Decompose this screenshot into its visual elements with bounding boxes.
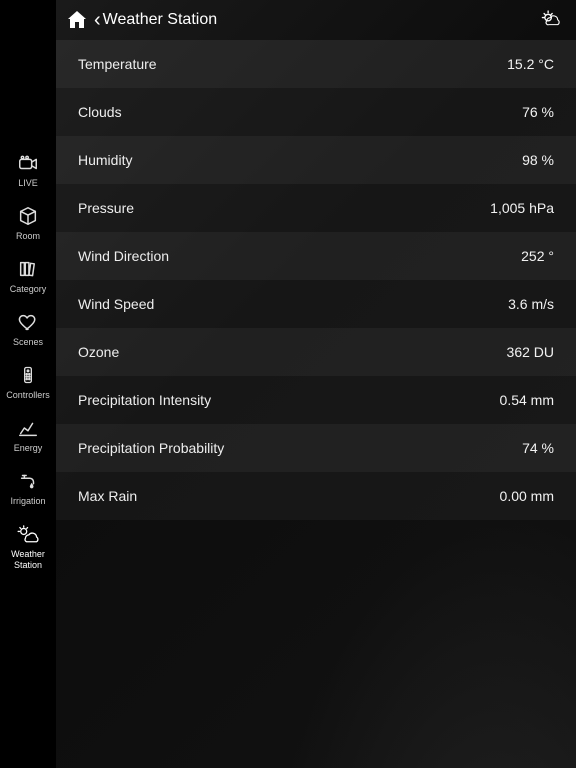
reading-value: 1,005 hPa [490, 200, 554, 216]
sidebar-item-label: Irrigation [10, 496, 45, 507]
box-icon [15, 203, 41, 229]
home-button[interactable] [62, 5, 92, 35]
reading-row[interactable]: Ozone 362 DU [56, 328, 576, 376]
reading-row[interactable]: Wind Speed 3.6 m/s [56, 280, 576, 328]
reading-label: Precipitation Probability [78, 440, 224, 456]
reading-label: Max Rain [78, 488, 137, 504]
remote-icon [15, 362, 41, 388]
back-chevron-icon[interactable]: ‹ [94, 9, 101, 32]
reading-value: 252 ° [521, 248, 554, 264]
faucet-icon [15, 468, 41, 494]
reading-value: 15.2 °C [507, 56, 554, 72]
reading-label: Ozone [78, 344, 119, 360]
reading-value: 0.54 mm [500, 392, 554, 408]
chart-icon [15, 415, 41, 441]
reading-label: Temperature [78, 56, 157, 72]
reading-label: Humidity [78, 152, 132, 168]
sidebar-item-energy[interactable]: Energy [0, 415, 56, 454]
sidebar-item-label: Room [16, 231, 40, 242]
reading-label: Clouds [78, 104, 122, 120]
reading-row[interactable]: Precipitation Probability 74 % [56, 424, 576, 472]
reading-label: Pressure [78, 200, 134, 216]
sidebar-item-room[interactable]: Room [0, 203, 56, 242]
sidebar-item-label: Category [10, 284, 47, 295]
reading-row[interactable]: Max Rain 0.00 mm [56, 472, 576, 520]
books-icon [15, 256, 41, 282]
sidebar-item-controllers[interactable]: Controllers [0, 362, 56, 401]
sidebar-item-label: Energy [14, 443, 43, 454]
reading-value: 3.6 m/s [508, 296, 554, 312]
weather-icon [15, 521, 41, 547]
reading-value: 0.00 mm [500, 488, 554, 504]
home-icon [65, 8, 89, 32]
reading-value: 76 % [522, 104, 554, 120]
sidebar: LIVE Room Category Scenes Controllers Energy I… [0, 0, 56, 768]
readings-list: Temperature 15.2 °C Clouds 76 % Humidity 98 %… [56, 40, 576, 768]
reading-row[interactable]: Pressure 1,005 hPa [56, 184, 576, 232]
page-title: Weather Station [103, 11, 217, 29]
reading-row[interactable]: Wind Direction 252 ° [56, 232, 576, 280]
reading-row[interactable]: Humidity 98 % [56, 136, 576, 184]
sidebar-item-label: Scenes [13, 337, 43, 348]
reading-label: Precipitation Intensity [78, 392, 211, 408]
reading-value: 98 % [522, 152, 554, 168]
sidebar-item-label: Controllers [6, 390, 50, 401]
weather-icon [540, 7, 566, 33]
reading-value: 74 % [522, 440, 554, 456]
heart-icon [15, 309, 41, 335]
header: ‹ Weather Station [56, 0, 576, 40]
sidebar-item-irrigation[interactable]: Irrigation [0, 468, 56, 507]
recorder-icon [15, 150, 41, 176]
sidebar-item-category[interactable]: Category [0, 256, 56, 295]
sidebar-item-scenes[interactable]: Scenes [0, 309, 56, 348]
reading-label: Wind Speed [78, 296, 154, 312]
sidebar-item-label: Weather Station [1, 549, 55, 571]
main-panel: ‹ Weather Station Temperature 15.2 °C Clou… [56, 0, 576, 768]
reading-row[interactable]: Temperature 15.2 °C [56, 40, 576, 88]
reading-label: Wind Direction [78, 248, 169, 264]
reading-row[interactable]: Precipitation Intensity 0.54 mm [56, 376, 576, 424]
reading-value: 362 DU [507, 344, 554, 360]
reading-row[interactable]: Clouds 76 % [56, 88, 576, 136]
sidebar-item-weather-station[interactable]: Weather Station [0, 521, 56, 571]
sidebar-item-label: LIVE [18, 178, 38, 189]
sidebar-item-live[interactable]: LIVE [0, 150, 56, 189]
